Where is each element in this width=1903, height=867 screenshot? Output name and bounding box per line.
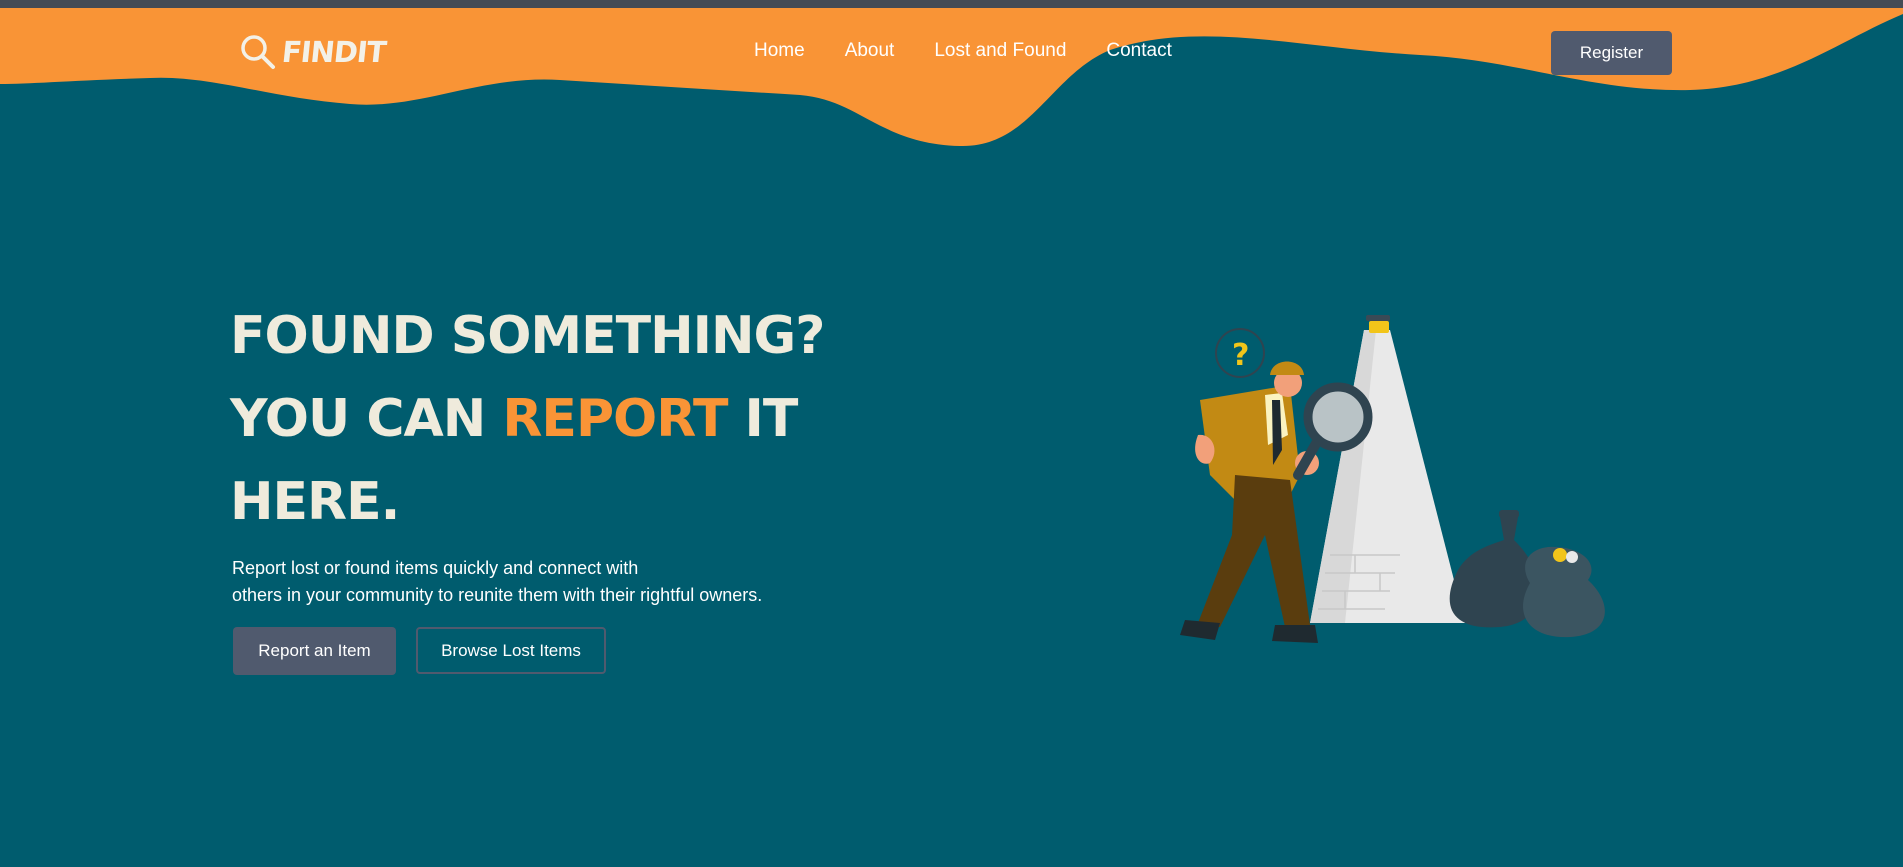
detective-legs <box>1198 475 1310 627</box>
question-mark-icon: ? <box>1232 338 1249 373</box>
detective-shoe-left <box>1180 620 1220 640</box>
header-wave-background <box>0 8 1903 147</box>
hero-title: FOUND SOMETHING? YOU CAN REPORT IT HERE. <box>230 295 870 544</box>
hero-title-highlight: REPORT <box>502 389 728 449</box>
detective-shoe-right <box>1272 625 1318 643</box>
hero-title-line2: YOU CAN <box>230 389 486 449</box>
lamp-bulb <box>1369 321 1389 333</box>
brand-name: FINDIT <box>280 35 388 69</box>
report-item-button[interactable]: Report an Item <box>233 627 396 675</box>
nav-contact[interactable]: Contact <box>1106 40 1171 62</box>
nav-home[interactable]: Home <box>754 40 805 62</box>
hero-description: Report lost or found items quickly and c… <box>232 555 852 609</box>
brand-logo[interactable]: FINDIT <box>238 32 388 72</box>
header-wave-shape <box>0 8 1903 147</box>
trash-bag-left-tie <box>1499 510 1519 518</box>
detective-figure <box>1180 361 1319 643</box>
lamp-cap <box>1366 315 1390 321</box>
detective-hat <box>1270 361 1304 375</box>
main-nav: Home About Lost and Found Contact <box>754 40 1172 62</box>
nav-lost-and-found[interactable]: Lost and Found <box>934 40 1066 62</box>
magnifier-icon <box>241 35 275 69</box>
hero-description-line2: others in your community to reunite them… <box>232 585 763 605</box>
register-button[interactable]: Register <box>1551 31 1672 75</box>
trash-item-yellow <box>1553 548 1567 562</box>
hero-title-line1: FOUND SOMETHING? <box>230 306 825 366</box>
trash-item-white <box>1566 551 1578 563</box>
nav-about[interactable]: About <box>845 40 895 62</box>
browse-lost-items-button[interactable]: Browse Lost Items <box>416 627 606 674</box>
detective-illustration: ? <box>1180 315 1605 643</box>
hero-description-line1: Report lost or found items quickly and c… <box>232 558 639 578</box>
